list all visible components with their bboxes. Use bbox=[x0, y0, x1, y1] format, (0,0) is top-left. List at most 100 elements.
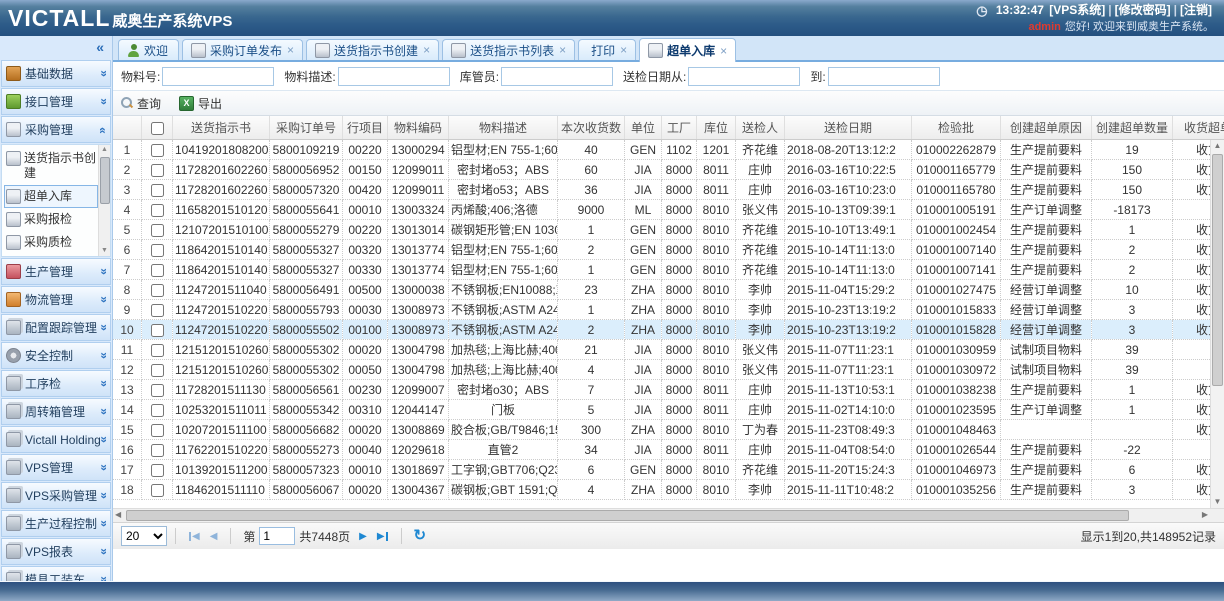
sidebar-item-采购报检[interactable]: 采购报检 bbox=[4, 208, 98, 231]
row-checkbox[interactable] bbox=[151, 484, 164, 497]
sidebar-group-VPS报表[interactable]: VPS报表« bbox=[1, 538, 111, 565]
filter-input-物料描述[interactable] bbox=[338, 67, 450, 86]
row-checkbox[interactable] bbox=[151, 224, 164, 237]
tab-超单入库[interactable]: 超单入库× bbox=[639, 38, 736, 62]
sidebar-group-生产管理[interactable]: 生产管理« bbox=[1, 258, 111, 285]
last-page-button[interactable]: ▶ bbox=[377, 531, 388, 542]
row-checkbox[interactable] bbox=[151, 344, 164, 357]
tab-送货指示书创建[interactable]: 送货指示书创建× bbox=[306, 39, 439, 60]
table-row[interactable]: 111215120151026058000553020002013004798加… bbox=[113, 340, 1224, 360]
table-row[interactable]: 151020720151110058000566820002013008869胶… bbox=[113, 420, 1224, 440]
table-row[interactable]: 181184620151111058000560670002013004367碳… bbox=[113, 480, 1224, 500]
sidebar-group-接口管理[interactable]: 接口管理« bbox=[1, 88, 111, 115]
table-row[interactable]: 41165820151012058000556410001013003324丙烯… bbox=[113, 200, 1224, 220]
table-row[interactable]: 101124720151022058000555020010013008973不… bbox=[113, 320, 1224, 340]
scroll-up-icon[interactable]: ▲ bbox=[99, 145, 110, 155]
refresh-icon[interactable]: ↻ bbox=[414, 529, 427, 543]
row-checkbox[interactable] bbox=[151, 404, 164, 417]
header-工厂[interactable]: 工厂 bbox=[662, 116, 697, 140]
header-link[interactable]: [VPS系统] bbox=[1049, 3, 1105, 17]
table-row[interactable]: 61186420151014058000553270032013013774铝型… bbox=[113, 240, 1224, 260]
row-checkbox[interactable] bbox=[151, 164, 164, 177]
sidebar-group-Victall Holding[interactable]: Victall Holding« bbox=[1, 426, 111, 453]
vertical-scroll-thumb[interactable] bbox=[1212, 154, 1223, 386]
header-单位[interactable]: 单位 bbox=[625, 116, 662, 140]
horizontal-scrollbar[interactable]: ◀ ▶ bbox=[113, 508, 1224, 522]
filter-input-物料号[interactable] bbox=[162, 67, 274, 86]
tab-欢迎[interactable]: 欢迎 bbox=[118, 39, 179, 60]
close-icon[interactable]: × bbox=[287, 45, 294, 55]
next-page-button[interactable]: ▶ bbox=[359, 531, 367, 542]
header-创建超单原因[interactable]: 创建超单原因 bbox=[1001, 116, 1092, 140]
search-button[interactable]: 查询 bbox=[121, 95, 161, 112]
vertical-scrollbar[interactable]: ▲ ▼ bbox=[1210, 140, 1224, 508]
submenu-scroll-thumb[interactable] bbox=[100, 157, 110, 204]
scroll-down-icon[interactable]: ▼ bbox=[1211, 496, 1224, 508]
sidebar-group-工序检[interactable]: 工序检« bbox=[1, 370, 111, 397]
table-row[interactable]: 31172820160226058000573200042012099011密封… bbox=[113, 180, 1224, 200]
row-checkbox[interactable] bbox=[151, 284, 164, 297]
close-icon[interactable]: × bbox=[720, 46, 727, 56]
header-采购订单号[interactable]: 采购订单号 bbox=[270, 116, 343, 140]
table-row[interactable]: 131172820151113058000565610023012099007密… bbox=[113, 380, 1224, 400]
sidebar-group-采购管理[interactable]: 采购管理« bbox=[1, 116, 111, 143]
header-物料描述[interactable]: 物料描述 bbox=[449, 116, 558, 140]
row-checkbox[interactable] bbox=[151, 444, 164, 457]
header-行项目[interactable]: 行项目 bbox=[343, 116, 388, 140]
sidebar-item-送货指示书创建[interactable]: 送货指示书创建 bbox=[4, 147, 98, 185]
sidebar-collapse-button[interactable]: « bbox=[96, 39, 104, 55]
table-row[interactable]: 121215120151026058000553020005013004798加… bbox=[113, 360, 1224, 380]
table-row[interactable]: 11041920180820058001092190022013000294铝型… bbox=[113, 140, 1224, 160]
header-送检日期[interactable]: 送检日期 bbox=[785, 116, 912, 140]
submenu-scrollbar[interactable]: ▲▼ bbox=[98, 145, 110, 256]
filter-input-库管员[interactable] bbox=[501, 67, 613, 86]
sidebar-group-VPS采购管理[interactable]: VPS采购管理« bbox=[1, 482, 111, 509]
scroll-down-icon[interactable]: ▼ bbox=[99, 246, 110, 256]
row-checkbox[interactable] bbox=[151, 144, 164, 157]
table-row[interactable]: 21172820160226058000569520015012099011密封… bbox=[113, 160, 1224, 180]
first-page-button[interactable]: ◀ bbox=[189, 531, 200, 542]
table-row[interactable]: 161176220151022058000552730004012029618直… bbox=[113, 440, 1224, 460]
scroll-left-icon[interactable]: ◀ bbox=[115, 510, 121, 519]
horizontal-scroll-thumb[interactable] bbox=[126, 510, 1129, 521]
row-checkbox[interactable] bbox=[151, 244, 164, 257]
header-送货指示书[interactable]: 送货指示书 bbox=[173, 116, 270, 140]
tab-采购订单发布[interactable]: 采购订单发布× bbox=[182, 39, 303, 60]
sidebar-item-采购质检[interactable]: 采购质检 bbox=[4, 231, 98, 254]
header-物料编码[interactable]: 物料编码 bbox=[388, 116, 449, 140]
page-size-select[interactable]: 20 bbox=[121, 526, 167, 546]
close-icon[interactable]: × bbox=[423, 45, 430, 55]
close-icon[interactable]: × bbox=[620, 45, 627, 55]
sidebar-group-基础数据[interactable]: 基础数据« bbox=[1, 60, 111, 87]
tab-送货指示书列表[interactable]: 送货指示书列表× bbox=[442, 39, 575, 60]
row-checkbox[interactable] bbox=[151, 184, 164, 197]
sidebar-item-超单入库[interactable]: 超单入库 bbox=[4, 185, 98, 208]
sidebar-group-生产过程控制[interactable]: 生产过程控制« bbox=[1, 510, 111, 537]
table-row[interactable]: 171013920151120058000573230001013018697工… bbox=[113, 460, 1224, 480]
header-本次收货数[interactable]: 本次收货数 bbox=[558, 116, 625, 140]
row-checkbox[interactable] bbox=[151, 424, 164, 437]
table-row[interactable]: 81124720151104058000564910050013000038不锈… bbox=[113, 280, 1224, 300]
select-all-checkbox[interactable] bbox=[151, 122, 164, 135]
header-库位[interactable]: 库位 bbox=[697, 116, 736, 140]
row-checkbox[interactable] bbox=[151, 204, 164, 217]
row-checkbox[interactable] bbox=[151, 324, 164, 337]
header-送检人[interactable]: 送检人 bbox=[736, 116, 785, 140]
filter-input-到[interactable] bbox=[828, 67, 940, 86]
tab-打印[interactable]: 打印× bbox=[578, 39, 636, 60]
row-checkbox[interactable] bbox=[151, 384, 164, 397]
table-row[interactable]: 51210720151010058000552790022013013014碳钢… bbox=[113, 220, 1224, 240]
table-row[interactable]: 71186420151014058000553270033013013774铝型… bbox=[113, 260, 1224, 280]
row-checkbox[interactable] bbox=[151, 264, 164, 277]
sidebar-group-周转箱管理[interactable]: 周转箱管理« bbox=[1, 398, 111, 425]
sidebar-group-VPS管理[interactable]: VPS管理« bbox=[1, 454, 111, 481]
header-收货超单原因[interactable]: 收货超单原因 bbox=[1173, 116, 1224, 140]
page-number-input[interactable] bbox=[259, 527, 295, 545]
export-button[interactable]: X 导出 bbox=[179, 95, 222, 112]
scroll-right-icon[interactable]: ▶ bbox=[1202, 510, 1208, 519]
sidebar-group-配置跟踪管理[interactable]: 配置跟踪管理« bbox=[1, 314, 111, 341]
table-row[interactable]: 91124720151022058000557930003013008973不锈… bbox=[113, 300, 1224, 320]
row-checkbox[interactable] bbox=[151, 304, 164, 317]
header-创建超单数量[interactable]: 创建超单数量 bbox=[1092, 116, 1173, 140]
sidebar-group-安全控制[interactable]: 安全控制« bbox=[1, 342, 111, 369]
